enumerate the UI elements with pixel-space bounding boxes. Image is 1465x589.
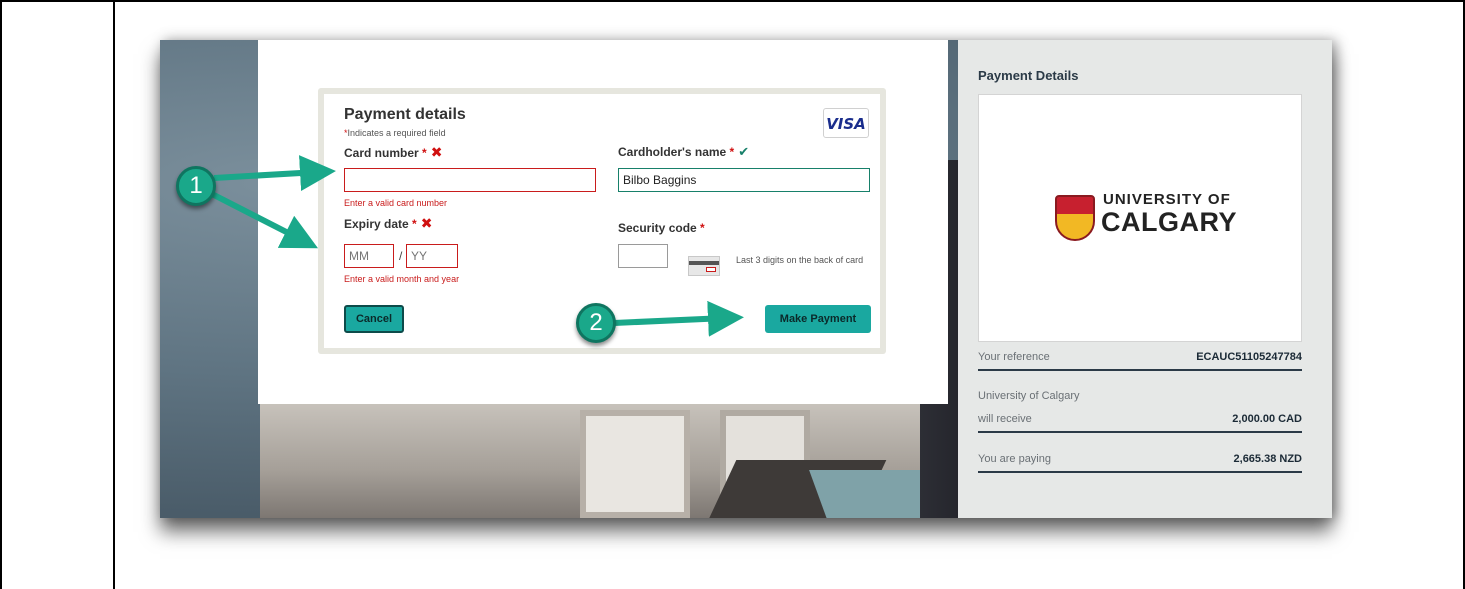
divider <box>978 369 1302 371</box>
cross-icon: ✖ <box>430 144 443 160</box>
visa-logo: VISA <box>823 108 869 138</box>
receiver-amount-row: will receive 2,000.00 CAD <box>978 413 1302 425</box>
required-note-text: Indicates a required field <box>347 128 446 138</box>
required-star: * <box>408 217 417 231</box>
paying-amount: 2,665.38 NZD <box>1233 453 1302 465</box>
card-back-cvv-box <box>706 267 716 272</box>
document-border-top <box>0 0 1465 2</box>
paying-label: You are paying <box>978 453 1051 465</box>
payment-summary-panel: Payment Details UNIVERSITY OF CALGARY Yo… <box>958 40 1332 518</box>
card-back-stripe <box>689 261 719 265</box>
expiry-label-text: Expiry date <box>344 217 409 231</box>
receiver-amount: 2,000.00 CAD <box>1232 413 1302 425</box>
required-star: * <box>726 145 735 159</box>
receiver-label: University of Calgary <box>978 390 1080 402</box>
annotation-step-1: 1 <box>176 166 216 206</box>
summary-title: Payment Details <box>978 68 1079 83</box>
expiry-separator: / <box>399 249 403 263</box>
cardholder-label: Cardholder's name * ✔ <box>618 144 749 160</box>
payment-modal: Payment details *Indicates a required fi… <box>258 40 948 404</box>
security-code-hint: Last 3 digits on the back of card <box>736 255 864 265</box>
paying-row: You are paying 2,665.38 NZD <box>978 453 1302 465</box>
required-star: * <box>696 221 705 235</box>
cardholder-input[interactable] <box>618 168 870 192</box>
card-number-input[interactable] <box>344 168 596 192</box>
receiver-label-2: will receive <box>978 413 1032 425</box>
card-number-label: Card number * ✖ <box>344 144 442 161</box>
security-code-label: Security code * <box>618 221 705 235</box>
logo-line-1: UNIVERSITY OF <box>1103 191 1231 208</box>
logo-line-2: CALGARY <box>1101 207 1237 237</box>
expiry-label: Expiry date * ✖ <box>344 215 432 232</box>
cross-icon: ✖ <box>420 215 433 231</box>
cancel-button[interactable]: Cancel <box>344 305 404 333</box>
card-number-label-text: Card number <box>344 146 419 160</box>
reference-label: Your reference <box>978 351 1050 363</box>
divider <box>978 431 1302 433</box>
security-code-input[interactable] <box>618 244 668 268</box>
background-window <box>580 410 690 518</box>
required-note: *Indicates a required field <box>344 128 446 138</box>
document-border-left <box>0 0 2 589</box>
expiry-year-input[interactable] <box>406 244 458 268</box>
card-back-icon <box>688 256 720 276</box>
cardholder-label-text: Cardholder's name <box>618 145 727 159</box>
receiver-row: University of Calgary <box>978 390 1302 402</box>
screenshot: Payment details *Indicates a required fi… <box>160 40 1332 518</box>
required-star: * <box>418 146 427 160</box>
reference-row: Your reference ECAUC51105247784 <box>978 351 1302 363</box>
university-crest-icon <box>1055 195 1095 241</box>
divider <box>978 471 1302 473</box>
merchant-logo-box: UNIVERSITY OF CALGARY <box>978 94 1302 342</box>
expiry-error: Enter a valid month and year <box>344 274 460 284</box>
make-payment-button[interactable]: Make Payment <box>765 305 871 333</box>
check-icon: ✔ <box>738 144 750 159</box>
annotation-step-2: 2 <box>576 303 616 343</box>
document-border-divider <box>113 0 115 589</box>
reference-value: ECAUC51105247784 <box>1196 351 1302 363</box>
security-code-label-text: Security code <box>618 221 697 235</box>
card-number-error: Enter a valid card number <box>344 198 448 208</box>
form-title: Payment details <box>344 106 466 123</box>
expiry-month-input[interactable] <box>344 244 394 268</box>
